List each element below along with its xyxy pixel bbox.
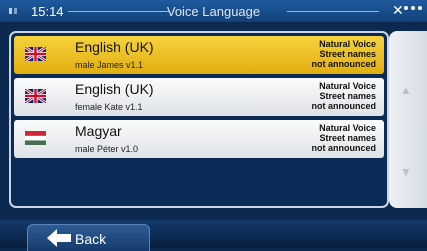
divider (287, 11, 379, 12)
voice-name: male Péter v1.0 (75, 144, 139, 154)
back-arrow-icon (47, 229, 71, 247)
uk-flag-icon (25, 89, 46, 103)
language-list: English (UK) male James v1.1 Natural Voi… (9, 31, 389, 208)
gps-status-icon (404, 6, 422, 10)
voice-info: Natural Voice Street names not announced (312, 81, 377, 111)
announcement-status: not announced (311, 59, 377, 69)
scrollbar[interactable]: ▲ ▼ (389, 31, 427, 208)
voice-type: Natural Voice (319, 39, 376, 49)
voice-name: male James v1.1 (75, 60, 144, 70)
hungary-flag-icon (25, 131, 46, 145)
street-names-label: Street names (319, 91, 376, 101)
language-name: English (UK) (75, 81, 154, 97)
voice-info: Natural Voice Street names not announced (312, 123, 377, 153)
satellite-icon: ✕ (392, 2, 404, 18)
language-name: English (UK) (75, 39, 154, 55)
announcement-status: not announced (311, 101, 377, 111)
voice-type: Natural Voice (319, 123, 376, 133)
voice-type: Natural Voice (319, 81, 376, 91)
list-item-magyar-peter[interactable]: Magyar male Péter v1.0 Natural Voice Str… (14, 120, 384, 158)
list-item-english-uk-james[interactable]: English (UK) male James v1.1 Natural Voi… (14, 36, 384, 74)
announcement-status: not announced (311, 143, 377, 153)
status-bar: 15:14 Voice Language ✕ (0, 0, 427, 22)
back-label: Back (75, 231, 107, 247)
back-button[interactable]: Back (27, 224, 150, 251)
language-name: Magyar (75, 123, 122, 139)
scroll-down-icon[interactable]: ▼ (400, 165, 412, 179)
street-names-label: Street names (319, 133, 376, 143)
scroll-up-icon[interactable]: ▲ (400, 83, 412, 97)
street-names-label: Street names (319, 49, 376, 59)
voice-info: Natural Voice Street names not announced (312, 39, 377, 69)
uk-flag-icon (25, 47, 46, 61)
list-item-english-uk-kate[interactable]: English (UK) female Kate v1.1 Natural Vo… (14, 78, 384, 116)
voice-name: female Kate v1.1 (75, 102, 143, 112)
